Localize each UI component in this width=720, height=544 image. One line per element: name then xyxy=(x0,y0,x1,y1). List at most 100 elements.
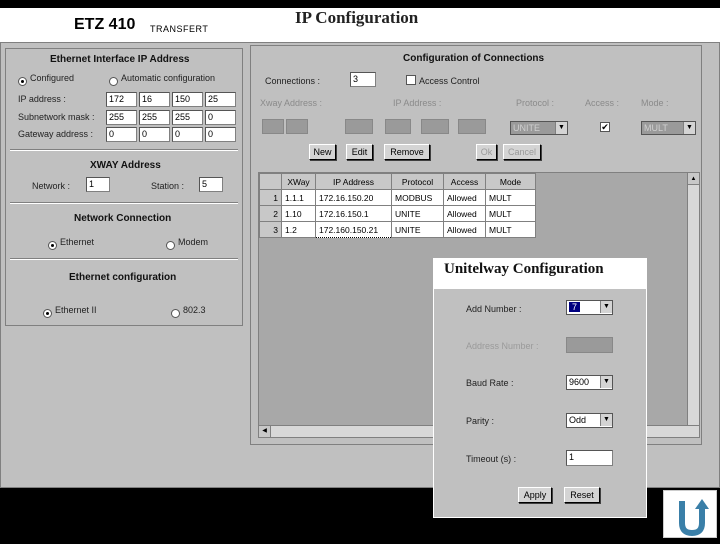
parity-select[interactable]: Odd ▼ xyxy=(566,413,613,428)
access-checkbox[interactable]: ✔ xyxy=(600,122,610,132)
access-col-label: Access : xyxy=(585,98,620,108)
chevron-down-icon[interactable]: ▼ xyxy=(555,122,567,134)
cell-access[interactable]: Allowed xyxy=(443,221,486,238)
ip-address-label: IP address : xyxy=(18,94,66,104)
left-settings-panel: Ethernet Interface IP Address Configured… xyxy=(5,48,243,326)
mask-octet-2[interactable]: 255 xyxy=(139,110,170,125)
baud-rate-label: Baud Rate : xyxy=(466,378,514,388)
header-ip[interactable]: IP Address xyxy=(315,173,392,190)
cell-access[interactable]: Allowed xyxy=(443,189,486,206)
protocol-col-label: Protocol : xyxy=(516,98,555,108)
table-row[interactable]: 2 1.10 172.16.150.1 UNITE Allowed MULT xyxy=(259,205,536,222)
network-field[interactable]: 1 xyxy=(86,177,110,192)
mask-octet-4[interactable]: 0 xyxy=(205,110,236,125)
gateway-octet-3[interactable]: 0 xyxy=(172,127,203,142)
corner-cell xyxy=(259,173,282,190)
add-number-select[interactable]: 7 ▼ xyxy=(566,300,613,315)
scroll-up-icon[interactable]: ▲ xyxy=(688,173,699,185)
timeout-field[interactable]: 1 xyxy=(566,450,613,466)
cell-mode[interactable]: MULT xyxy=(485,221,536,238)
xway-edit-1[interactable] xyxy=(262,119,284,134)
mode-select[interactable]: MULT ▼ xyxy=(641,121,696,135)
header-xway[interactable]: XWay xyxy=(281,173,316,190)
ip-edit-1[interactable] xyxy=(345,119,373,134)
radio-configured-label: Configured xyxy=(30,73,75,83)
cell-ip[interactable]: 172.160.150.21 xyxy=(315,221,392,238)
cell-xway[interactable]: 1.1.1 xyxy=(281,189,316,206)
remove-button[interactable]: Remove xyxy=(384,144,430,160)
chevron-down-icon[interactable]: ▼ xyxy=(600,376,612,388)
checkmark-icon: ✔ xyxy=(601,122,609,132)
table-row[interactable]: 3 1.2 172.160.150.21 UNITE Allowed MULT xyxy=(259,221,536,238)
cell-protocol[interactable]: MODBUS xyxy=(391,189,444,206)
protocol-select[interactable]: UNITE ▼ xyxy=(510,121,568,135)
mask-octet-3[interactable]: 255 xyxy=(172,110,203,125)
address-number-label: Address Number : xyxy=(466,341,539,351)
cell-access[interactable]: Allowed xyxy=(443,205,486,222)
address-number-field[interactable] xyxy=(566,337,613,353)
cell-ip[interactable]: 172.16.150.20 xyxy=(315,189,392,206)
radio-automatic[interactable] xyxy=(109,73,118,91)
new-button[interactable]: New xyxy=(309,144,336,160)
unitelway-title: Unitelway Configuration xyxy=(444,261,604,277)
radio-8023-dot[interactable] xyxy=(171,309,180,318)
ip-octet-2[interactable]: 16 xyxy=(139,92,170,107)
radio-ethernet2-label: Ethernet II xyxy=(55,305,97,315)
radio-ethernet2[interactable] xyxy=(43,305,52,323)
cell-protocol[interactable]: UNITE xyxy=(391,205,444,222)
chevron-down-icon[interactable]: ▼ xyxy=(600,414,612,426)
radio-ethernet-dot[interactable] xyxy=(48,241,57,250)
ip-edit-4[interactable] xyxy=(458,119,486,134)
header-access[interactable]: Access xyxy=(443,173,486,190)
mode-select-value: MULT xyxy=(644,123,668,133)
return-button[interactable] xyxy=(663,490,717,538)
station-label: Station : xyxy=(151,181,185,191)
unitelway-config-panel: Unitelway Configuration Add Number : 7 ▼ … xyxy=(433,258,647,518)
radio-8023[interactable] xyxy=(171,305,180,323)
ip-edit-3[interactable] xyxy=(421,119,449,134)
reset-button[interactable]: Reset xyxy=(564,487,600,503)
ok-button[interactable]: Ok xyxy=(476,144,497,160)
radio-modem[interactable] xyxy=(166,237,175,255)
radio-ethernet2-dot[interactable] xyxy=(43,309,52,318)
gateway-octet-1[interactable]: 0 xyxy=(106,127,137,142)
access-control-label: Access Control xyxy=(419,76,480,86)
table-row[interactable]: 1 1.1.1 172.16.150.20 MODBUS Allowed MUL… xyxy=(259,189,536,206)
ip-octet-3[interactable]: 150 xyxy=(172,92,203,107)
ip-octet-4[interactable]: 25 xyxy=(205,92,236,107)
radio-configured-dot[interactable] xyxy=(18,77,27,86)
access-control-checkbox[interactable] xyxy=(406,75,416,85)
cell-mode[interactable]: MULT xyxy=(485,189,536,206)
ip-edit-2[interactable] xyxy=(385,119,411,134)
radio-ethernet[interactable] xyxy=(48,237,57,255)
row-number: 1 xyxy=(259,189,282,206)
connections-count-field[interactable]: 3 xyxy=(350,72,376,87)
row-number: 2 xyxy=(259,205,282,222)
radio-configured[interactable] xyxy=(18,73,27,91)
edit-button[interactable]: Edit xyxy=(346,144,373,160)
cell-xway[interactable]: 1.10 xyxy=(281,205,316,222)
radio-automatic-dot[interactable] xyxy=(109,77,118,86)
cell-ip[interactable]: 172.16.150.1 xyxy=(315,205,392,222)
baud-rate-select[interactable]: 9600 ▼ xyxy=(566,375,613,390)
add-number-value: 7 xyxy=(569,302,581,312)
header-protocol[interactable]: Protocol xyxy=(391,173,444,190)
station-field[interactable]: 5 xyxy=(199,177,223,192)
cell-mode[interactable]: MULT xyxy=(485,205,536,222)
gateway-octet-2[interactable]: 0 xyxy=(139,127,170,142)
mask-octet-1[interactable]: 255 xyxy=(106,110,137,125)
scroll-left-icon[interactable]: ◀ xyxy=(259,426,271,437)
radio-modem-dot[interactable] xyxy=(166,241,175,250)
chevron-down-icon[interactable]: ▼ xyxy=(683,122,695,134)
chevron-down-icon[interactable]: ▼ xyxy=(600,301,612,313)
vertical-scrollbar[interactable]: ▲ xyxy=(687,173,699,425)
apply-button[interactable]: Apply xyxy=(518,487,552,503)
cell-protocol[interactable]: UNITE xyxy=(391,221,444,238)
cancel-button[interactable]: Cancel xyxy=(503,144,541,160)
connections-count-label: Connections : xyxy=(265,76,321,86)
gateway-octet-4[interactable]: 0 xyxy=(205,127,236,142)
header-mode[interactable]: Mode xyxy=(485,173,536,190)
xway-edit-2[interactable] xyxy=(286,119,308,134)
ip-octet-1[interactable]: 172 xyxy=(106,92,137,107)
cell-xway[interactable]: 1.2 xyxy=(281,221,316,238)
